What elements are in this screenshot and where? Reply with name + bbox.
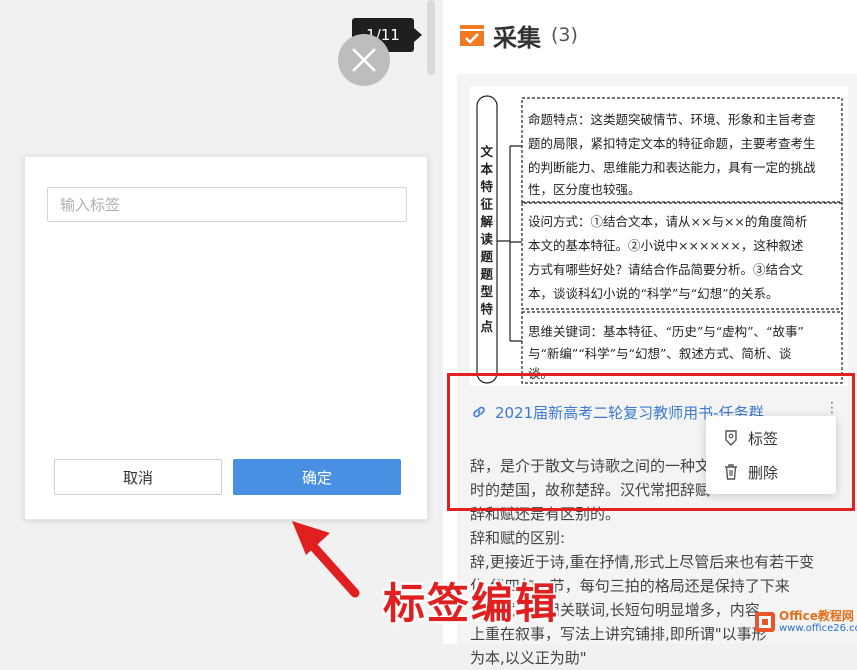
watermark-line2: www.office26.com	[779, 623, 857, 634]
text-line: 为本,以义正为助"	[470, 649, 587, 667]
annotation-arrow-icon	[292, 521, 360, 598]
document-diagram: 文本特征解读题题型特点 命题特点：这类题突破情节、环境、形象和主旨考查 题的局限…	[476, 95, 843, 384]
box2-line: 本文的基本特征。②小说中××××××，这种叙述	[528, 238, 804, 253]
panel-title: 采集	[493, 23, 541, 52]
box2-line: 方式有哪些好处？请结合作品简要分析。③结合文	[528, 262, 804, 277]
box2-line: 本，谈谈科幻小说的“科学”与“幻想”的关系。	[528, 286, 779, 301]
tag-input[interactable]	[47, 187, 407, 222]
box2-line: 设问方式：①结合文本，请从××与××的角度简析	[528, 214, 807, 229]
watermark-line1: Office教程网	[779, 609, 854, 623]
watermark: Office教程网 www.office26.com	[754, 610, 857, 634]
close-button[interactable]	[338, 34, 390, 86]
box3-line: 思维关键词：基本特征、“历史”与“虚构”、“故事”	[528, 324, 804, 339]
collect-icon	[460, 25, 484, 46]
box1-line: 的判断能力、思维能力和表达能力，具有一定的挑战	[528, 160, 816, 175]
box1-line: 题的局限，紧扣特定文本的特征命题，主要考查考生	[528, 136, 816, 151]
confirm-button[interactable]: 确定	[233, 459, 401, 495]
cancel-button[interactable]: 取消	[54, 459, 222, 495]
box1-line: 命题特点：这类题突破情节、环境、形象和主旨考查	[528, 112, 816, 127]
close-icon	[352, 48, 376, 72]
annotation-caption: 标签编辑	[383, 579, 560, 628]
box1-line: 性，区分度也较强。	[528, 182, 641, 197]
panel-count: (3)	[551, 24, 578, 46]
tag-edit-dialog: 取消 确定	[24, 156, 428, 520]
office-logo-icon	[755, 612, 775, 632]
viewer-scrollbar[interactable]	[427, 0, 435, 75]
panel-header: 采集 (3)	[459, 18, 578, 52]
collection-panel: 采集 (3) 文本特征解读题题型特点 命题特点：这类题突破情节、环境、形象和主旨…	[443, 0, 857, 667]
box3-line: 与“新编”“科学”与“幻想”、叙述方式、简析、谈	[528, 346, 792, 361]
document-image: 文本特征解读题题型特点 命题特点：这类题突破情节、环境、形象和主旨考查 题的局限…	[470, 86, 848, 386]
text-line: 辞和赋的区别:	[470, 529, 566, 547]
highlight-box	[447, 373, 855, 511]
diagram-vertical-label: 文本特征解读题题型特点	[481, 144, 494, 334]
collection-card[interactable]: 文本特征解读题题型特点 命题特点：这类题突破情节、环境、形象和主旨考查 题的局限…	[457, 74, 857, 667]
